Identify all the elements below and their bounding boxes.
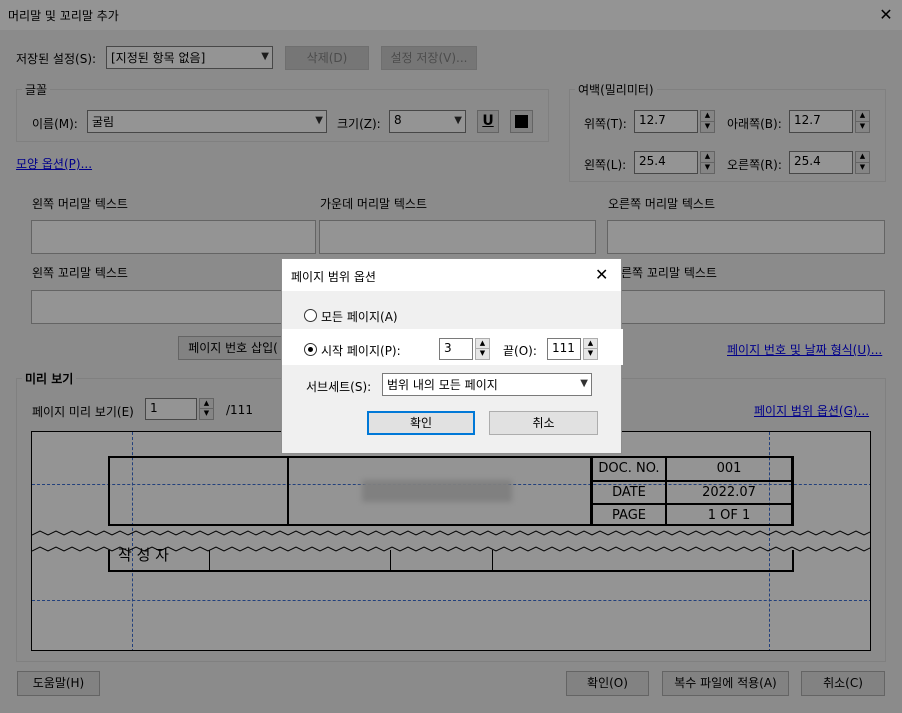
- header-footer-window: 머리말 및 꼬리말 추가 ✕ 저장된 설정(S): [지정된 항목 없음] ▼ …: [0, 0, 902, 713]
- dialog-ok-button[interactable]: 확인: [367, 411, 475, 435]
- dialog-title: 페이지 범위 옵션: [291, 270, 376, 284]
- dialog-title-bar: 페이지 범위 옵션 ✕: [282, 259, 621, 291]
- end-page-label: 끝(O):: [503, 344, 537, 358]
- start-page-label: 시작 페이지(P):: [321, 344, 401, 358]
- dialog-cancel-button[interactable]: 취소: [489, 411, 598, 435]
- all-pages-radio[interactable]: [304, 309, 317, 322]
- all-pages-label: 모든 페이지(A): [321, 310, 398, 324]
- close-icon[interactable]: ✕: [595, 265, 608, 284]
- page-range-dialog: 페이지 범위 옵션 ✕ 모든 페이지(A) 시작 페이지(P): 3 ▲ ▼ 끝(…: [281, 258, 623, 454]
- start-page-radio[interactable]: [304, 343, 317, 356]
- end-page-spinner[interactable]: ▲ ▼: [583, 338, 598, 360]
- start-page-spinner[interactable]: ▲ ▼: [475, 338, 490, 360]
- chevron-down-icon: ▼: [580, 378, 588, 389]
- spin-up-icon[interactable]: ▲: [476, 339, 489, 349]
- subset-select[interactable]: 범위 내의 모든 페이지 ▼: [382, 373, 592, 396]
- end-page-input[interactable]: 111: [547, 338, 581, 360]
- spin-down-icon[interactable]: ▼: [476, 349, 489, 359]
- spin-down-icon[interactable]: ▼: [584, 349, 597, 359]
- start-page-input[interactable]: 3: [439, 338, 473, 360]
- subset-value: 범위 내의 모든 페이지: [387, 378, 498, 392]
- subset-label: 서브세트(S):: [306, 380, 372, 394]
- spin-up-icon[interactable]: ▲: [584, 339, 597, 349]
